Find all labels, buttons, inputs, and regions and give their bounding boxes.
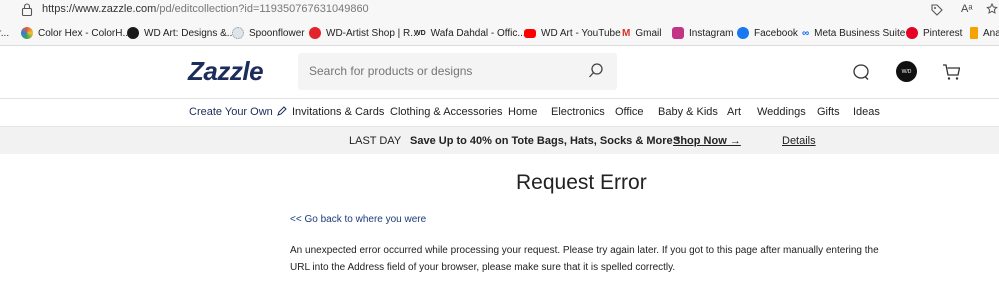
bookmark-label: Color Hex - ColorH... [38,27,131,39]
nav-item-art[interactable]: Art [727,106,741,118]
bookmark-wafa-dahdal[interactable]: WD Wafa Dahdal - Offic... [414,26,526,40]
header-divider [0,98,999,99]
bookmarks-bar: r... Color Hex - ColorH... WD Art: Desig… [0,20,999,46]
bookmark-analytics[interactable]: Ana [970,26,999,40]
nav-item-office[interactable]: Office [615,106,644,118]
facebook-icon [737,27,749,39]
url-path: /pd/editcollection?id=119350767631049860 [156,3,369,15]
nav-item-weddings[interactable]: Weddings [757,106,806,118]
bookmark-label: Pinterest [923,27,963,39]
bookmark-wd-art-designs[interactable]: WD Art: Designs &... [127,26,235,40]
bookmark-color-hex[interactable]: Color Hex - ColorH... [21,26,131,40]
bookmark-label: Instagram [689,27,734,39]
bookmark-facebook[interactable]: Facebook [737,26,798,40]
bookmark-spoonflower[interactable]: Spoonflower [232,26,305,40]
address-bar[interactable]: https://www.zazzle.com/pd/editcollection… [0,0,999,20]
avatar[interactable]: W/D [896,61,917,82]
promo-label: LAST DAY [349,135,402,147]
wd-text-icon: WD [414,29,426,37]
favorites-icon[interactable] [986,2,999,18]
read-aloud-button[interactable]: Aᵃ [961,3,972,15]
lock-icon[interactable] [21,3,33,16]
bookmark-label: Facebook [754,27,798,39]
nav-item-clothing[interactable]: Clothing & Accessories [390,106,503,118]
error-message: An unexpected error occurred while proce… [290,245,879,273]
search-input[interactable] [309,64,579,78]
spoonflower-icon [232,27,244,39]
pinterest-icon [906,27,918,39]
bookmark-label: r... [0,27,10,39]
chat-icon[interactable] [852,63,870,81]
bookmark-label: Gmail [635,27,662,39]
zazzle-logo[interactable]: Zazzle [188,56,264,87]
instagram-icon [672,27,684,39]
wd-logo-icon [127,27,139,39]
youtube-icon [524,28,536,38]
nav-item-invitations[interactable]: Invitations & Cards [292,106,384,118]
details-link[interactable]: Details [782,135,816,147]
color-wheel-icon [21,27,33,39]
promo-banner: LAST DAY Save Up to 40% on Tote Bags, Ha… [0,126,999,154]
nav-item-label: Create Your Own [189,106,273,118]
nav-item-electronics[interactable]: Electronics [551,106,605,118]
cart-icon[interactable] [942,63,960,81]
nav-item-create-your-own[interactable]: Create Your Own [189,106,287,118]
meta-icon: ∞ [802,27,810,39]
search-box[interactable] [298,53,617,90]
bookmark-label: Meta Business Suite [814,27,906,39]
gmail-icon: M [622,27,631,39]
bookmark-overflow[interactable]: r... [0,26,9,40]
redbubble-icon [309,27,321,39]
pencil-icon [276,106,287,116]
url-host: https://www.zazzle.com [42,3,157,15]
bookmark-meta-business[interactable]: ∞ Meta Business Suite [802,26,905,40]
url-text[interactable]: https://www.zazzle.com/pd/editcollection… [42,3,369,15]
promo-offer: Save Up to 40% on Tote Bags, Hats, Socks… [410,135,680,147]
bookmark-label: WD Art - YouTube [541,27,621,39]
bookmark-label: WD Art: Designs &... [144,27,236,39]
bookmark-label: Spoonflower [249,27,305,39]
bookmark-gmail[interactable]: M Gmail [622,26,661,40]
page-title: Request Error [516,171,647,194]
nav-item-baby-kids[interactable]: Baby & Kids [658,106,718,118]
bookmark-wd-youtube[interactable]: WD Art - YouTube [524,26,621,40]
bookmark-instagram[interactable]: Instagram [672,26,733,40]
nav-item-home[interactable]: Home [508,106,537,118]
bookmark-wd-artist-shop[interactable]: WD-Artist Shop | R... [309,26,419,40]
bookmark-label: WD-Artist Shop | R... [326,27,419,39]
back-link[interactable]: << Go back to where you were [290,214,426,225]
bookmark-label: Ana [983,27,999,39]
search-icon[interactable] [587,62,605,80]
bookmark-pinterest[interactable]: Pinterest [906,26,962,40]
bookmark-label: Wafa Dahdal - Offic... [430,27,526,39]
shop-now-link[interactable]: Shop Now → [673,135,741,147]
analytics-icon [970,27,978,39]
price-tag-icon[interactable] [929,2,945,18]
nav-item-ideas[interactable]: Ideas [853,106,880,118]
nav-item-gifts[interactable]: Gifts [817,106,840,118]
